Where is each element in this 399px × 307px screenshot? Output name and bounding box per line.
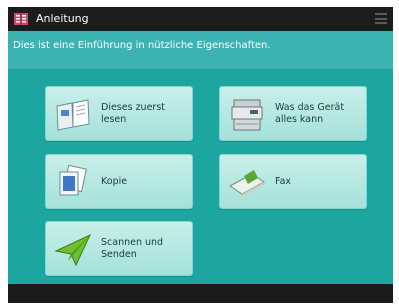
device-features-button[interactable]: Was das Gerät alles kann [219, 86, 367, 141]
fax-button[interactable]: Fax [219, 154, 367, 209]
open-book-icon [56, 99, 90, 131]
fax-label: Fax [275, 175, 292, 187]
menu-panel: Dieses zuerst lesen Was das Gerät alles … [8, 69, 393, 284]
info-banner: Dies ist eine Einführung in nützliche Ei… [8, 31, 393, 69]
read-first-label: Dieses zuerst lesen [101, 101, 165, 125]
copy-documents-icon [59, 164, 87, 196]
scan-send-button[interactable]: Scannen und Senden [45, 221, 193, 276]
page-title: Anleitung [36, 12, 89, 25]
copy-label: Kopie [101, 175, 128, 187]
fax-paper-icon [229, 170, 265, 197]
copy-button[interactable]: Kopie [45, 154, 193, 209]
send-plane-icon [54, 233, 92, 267]
device-screen: Anleitung Dies ist eine Einführung in nü… [8, 7, 393, 303]
read-first-button[interactable]: Dieses zuerst lesen [45, 86, 193, 141]
device-features-label: Was das Gerät alles kann [275, 101, 345, 125]
scan-send-label: Scannen und Senden [101, 236, 164, 260]
guide-book-icon [14, 13, 28, 25]
title-bar: Anleitung [8, 7, 393, 31]
hamburger-menu-icon[interactable] [375, 13, 387, 24]
printer-device-icon [231, 99, 263, 131]
bottom-bar [8, 284, 393, 303]
banner-text: Dies ist eine Einführung in nützliche Ei… [13, 40, 271, 51]
